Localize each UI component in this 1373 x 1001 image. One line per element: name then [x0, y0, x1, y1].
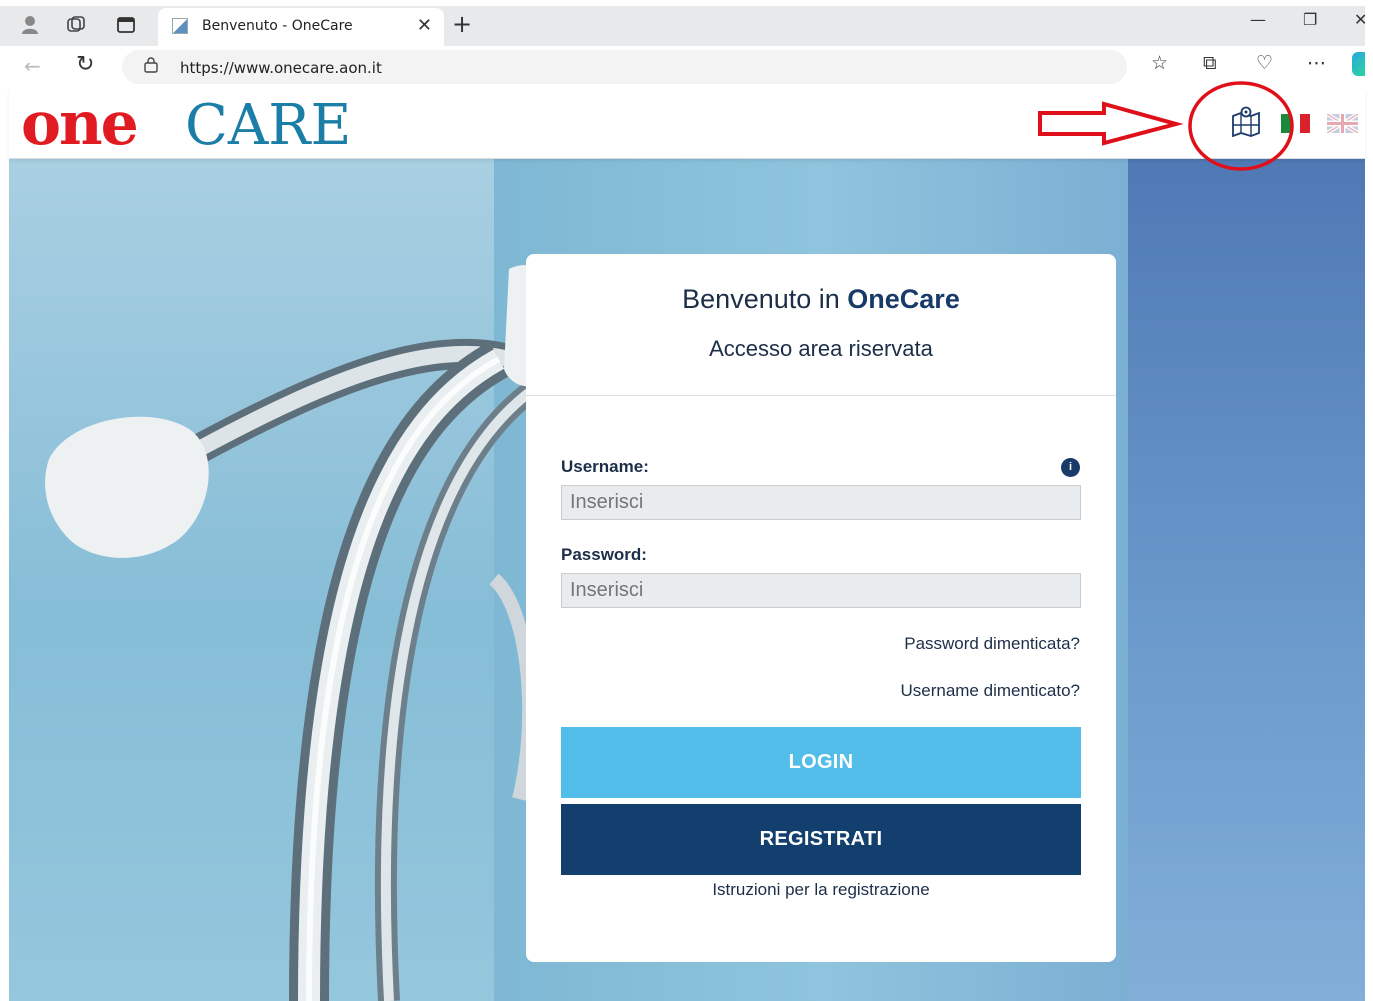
login-subtitle: Accesso area riservata — [709, 336, 933, 361]
site-favicon-icon — [172, 18, 188, 34]
collections-icon[interactable]: ⧉ — [1203, 52, 1217, 74]
browser-essentials-icon[interactable]: ♡ — [1256, 52, 1273, 74]
username-label: Username: — [561, 457, 649, 476]
username-input[interactable] — [561, 485, 1081, 520]
browser-tab-bar: Benvenuto - OneCare ✕ + — ❐ ✕ — [0, 0, 1373, 46]
active-tab[interactable]: Benvenuto - OneCare ✕ — [158, 8, 444, 46]
welcome-brand: OneCare — [847, 284, 960, 314]
uk-flag-icon[interactable] — [1325, 112, 1360, 135]
forgot-username-link[interactable]: Username dimenticato? — [900, 681, 1080, 701]
tab-close-icon[interactable]: ✕ — [417, 15, 432, 36]
minimize-icon[interactable]: — — [1250, 10, 1266, 29]
tab-actions-icon[interactable] — [112, 11, 140, 39]
restore-icon[interactable]: ❐ — [1303, 10, 1317, 29]
profile-icon[interactable] — [16, 11, 44, 39]
site-header: one CARE — [9, 89, 1365, 159]
info-icon[interactable]: i — [1061, 458, 1080, 477]
url-text[interactable]: https://www.onecare.aon.it — [180, 59, 382, 77]
logo-one-text[interactable]: one — [21, 89, 139, 159]
copilot-icon[interactable] — [1352, 52, 1365, 76]
back-icon[interactable]: ← — [24, 54, 41, 78]
favorites-icon[interactable]: ☆ — [1151, 52, 1168, 74]
window-close-icon[interactable]: ✕ — [1354, 10, 1367, 29]
login-button[interactable]: LOGIN — [561, 727, 1081, 798]
logo-care-text[interactable]: CARE — [185, 91, 351, 161]
password-label: Password: — [561, 545, 647, 564]
new-tab-icon[interactable]: + — [452, 10, 472, 38]
tab-title: Benvenuto - OneCare — [202, 18, 353, 34]
registration-instructions-link[interactable]: Istruzioni per la registrazione — [526, 880, 1116, 900]
italian-flag-icon[interactable] — [1281, 114, 1311, 133]
password-input[interactable] — [561, 573, 1081, 608]
forgot-password-link[interactable]: Password dimenticata? — [904, 634, 1080, 654]
more-icon[interactable]: ⋯ — [1307, 52, 1326, 74]
reload-icon[interactable]: ↻ — [76, 52, 94, 77]
login-card: Benvenuto in OneCare Accesso area riserv… — [526, 254, 1116, 962]
workspaces-icon[interactable] — [62, 11, 90, 39]
lock-icon[interactable] — [144, 57, 158, 73]
welcome-prefix: Benvenuto in — [682, 284, 848, 314]
login-card-header: Benvenuto in OneCare Accesso area riserv… — [526, 254, 1116, 396]
welcome-title: Benvenuto in OneCare — [526, 284, 1116, 315]
register-button[interactable]: REGISTRATI — [561, 804, 1081, 875]
address-bar[interactable]: https://www.onecare.aon.it — [122, 50, 1127, 84]
map-icon[interactable] — [1230, 105, 1262, 138]
